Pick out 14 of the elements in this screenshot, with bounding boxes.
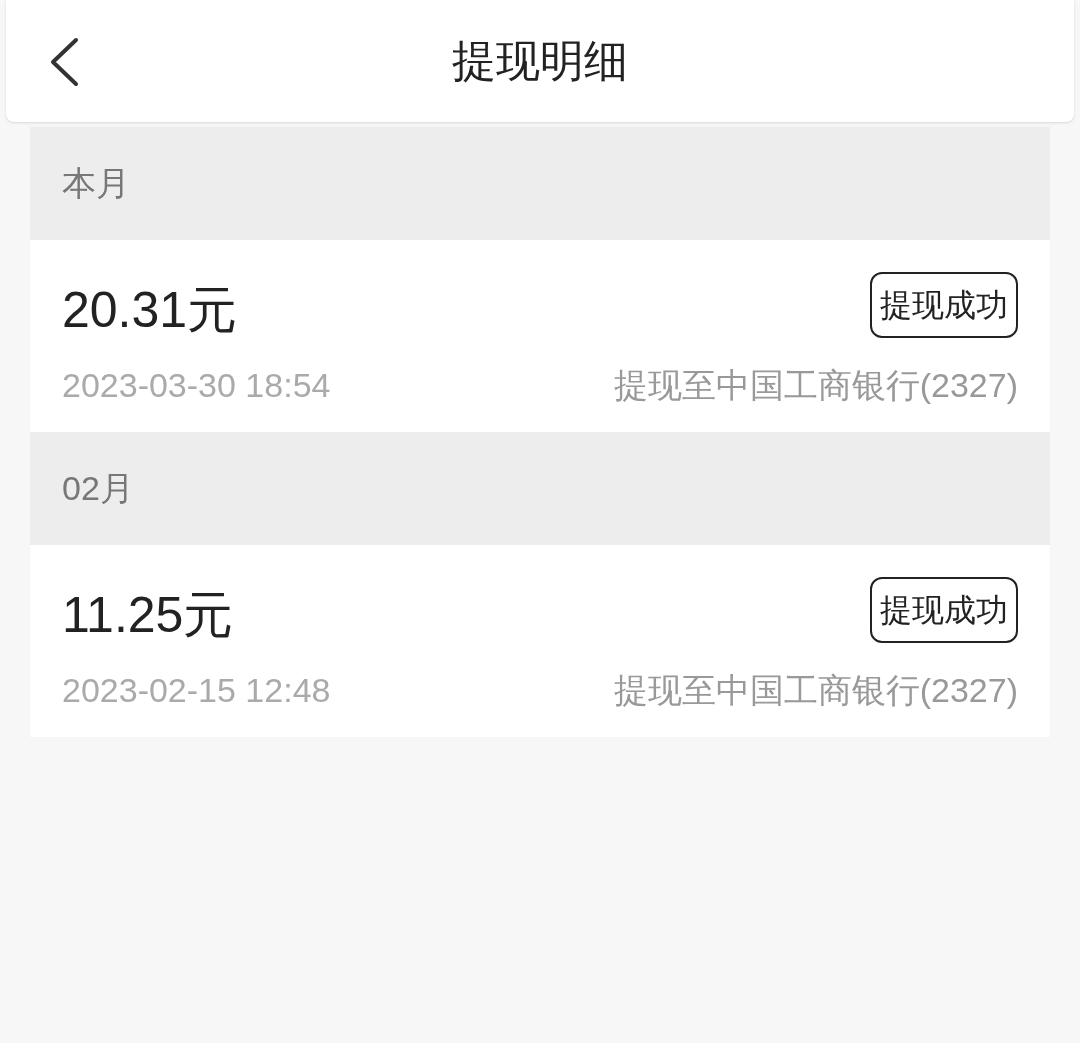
record-card[interactable]: 20.31元 提现成功 2023-03-30 18:54 提现至中国工商银行(2327) bbox=[30, 240, 1050, 432]
month-label: 本月 bbox=[62, 163, 130, 204]
destination-text: 提现至中国工商银行(2327) bbox=[613, 365, 1018, 406]
status-badge: 提现成功 bbox=[870, 272, 1018, 338]
time-text: 2023-03-30 18:54 bbox=[62, 365, 331, 406]
month-label: 02月 bbox=[62, 468, 134, 509]
time-text: 2023-02-15 12:48 bbox=[62, 670, 331, 711]
status-badge: 提现成功 bbox=[870, 577, 1018, 643]
record-card[interactable]: 11.25元 提现成功 2023-02-15 12:48 提现至中国工商银行(2327) bbox=[30, 545, 1050, 737]
amount-text: 11.25元 bbox=[62, 586, 234, 645]
page-title: 提现明细 bbox=[452, 35, 628, 87]
back-icon bbox=[48, 37, 80, 87]
amount-text: 20.31元 bbox=[62, 281, 238, 340]
destination-text: 提现至中国工商银行(2327) bbox=[613, 670, 1018, 711]
